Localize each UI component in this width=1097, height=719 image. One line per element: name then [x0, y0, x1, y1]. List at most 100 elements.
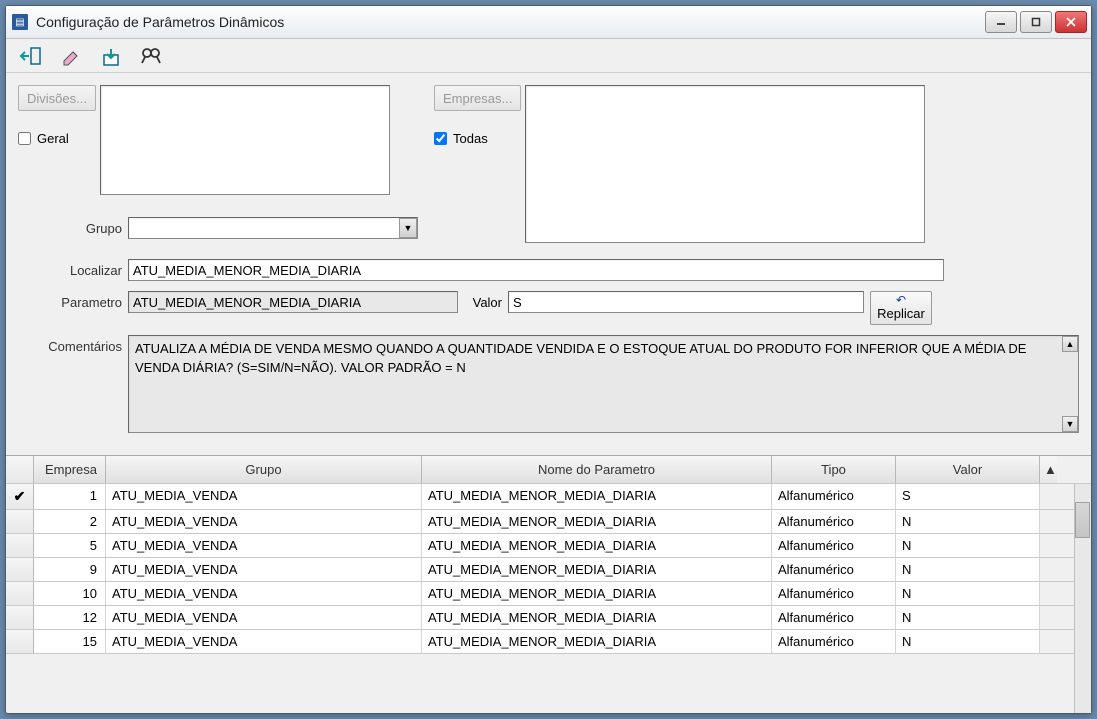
cell-tipo: Alfanumérico — [772, 558, 896, 581]
row-indicator — [6, 582, 34, 605]
grupo-header[interactable]: Grupo — [106, 456, 422, 483]
cell-parametro: ATU_MEDIA_MENOR_MEDIA_DIARIA — [422, 606, 772, 629]
app-window: ▤ Configuração de Parâmetros Dinâmicos — [5, 5, 1092, 714]
empresas-listbox[interactable] — [525, 85, 925, 243]
cell-grupo: ATU_MEDIA_VENDA — [106, 606, 422, 629]
minimize-button[interactable] — [985, 11, 1017, 33]
cell-valor: N — [896, 606, 1040, 629]
valor-input[interactable] — [508, 291, 864, 313]
cell-valor: N — [896, 582, 1040, 605]
scrollbar-header: ▲ — [1040, 456, 1057, 483]
cell-empresa: 15 — [34, 630, 106, 653]
row-indicator — [6, 630, 34, 653]
cell-parametro: ATU_MEDIA_MENOR_MEDIA_DIARIA — [422, 534, 772, 557]
window-title: Configuração de Parâmetros Dinâmicos — [36, 14, 985, 30]
grid-scrollbar[interactable] — [1074, 484, 1091, 713]
window-controls — [985, 11, 1087, 33]
cell-empresa: 10 — [34, 582, 106, 605]
cell-tipo: Alfanumérico — [772, 534, 896, 557]
cell-tipo: Alfanumérico — [772, 630, 896, 653]
cell-parametro: ATU_MEDIA_MENOR_MEDIA_DIARIA — [422, 558, 772, 581]
grid-header: Empresa Grupo Nome do Parametro Tipo Val… — [6, 456, 1091, 484]
cell-empresa: 9 — [34, 558, 106, 581]
cell-grupo: ATU_MEDIA_VENDA — [106, 510, 422, 533]
cell-parametro: ATU_MEDIA_MENOR_MEDIA_DIARIA — [422, 630, 772, 653]
grupo-dropdown-icon[interactable]: ▼ — [399, 218, 417, 238]
cell-grupo: ATU_MEDIA_VENDA — [106, 534, 422, 557]
cell-tipo: Alfanumérico — [772, 484, 896, 509]
divisoes-button: Divisões... — [18, 85, 96, 111]
cell-grupo: ATU_MEDIA_VENDA — [106, 484, 422, 509]
table-row[interactable]: 5ATU_MEDIA_VENDAATU_MEDIA_MENOR_MEDIA_DI… — [6, 534, 1091, 558]
cell-grupo: ATU_MEDIA_VENDA — [106, 558, 422, 581]
cell-valor: N — [896, 534, 1040, 557]
replicar-label: Replicar — [877, 307, 925, 321]
table-row[interactable]: 10ATU_MEDIA_VENDAATU_MEDIA_MENOR_MEDIA_D… — [6, 582, 1091, 606]
cell-valor: S — [896, 484, 1040, 509]
parametro-input — [128, 291, 458, 313]
cell-valor: N — [896, 558, 1040, 581]
localizar-label: Localizar — [18, 263, 128, 278]
titlebar: ▤ Configuração de Parâmetros Dinâmicos — [6, 6, 1091, 39]
valor-header[interactable]: Valor — [896, 456, 1040, 483]
cell-parametro: ATU_MEDIA_MENOR_MEDIA_DIARIA — [422, 582, 772, 605]
parametro-label: Parametro — [18, 291, 128, 310]
cell-valor: N — [896, 630, 1040, 653]
table-row[interactable]: 9ATU_MEDIA_VENDAATU_MEDIA_MENOR_MEDIA_DI… — [6, 558, 1091, 582]
row-indicator — [6, 534, 34, 557]
cell-tipo: Alfanumérico — [772, 510, 896, 533]
scroll-down-icon[interactable]: ▼ — [1062, 416, 1078, 432]
divisoes-listbox[interactable] — [100, 85, 390, 195]
localizar-input[interactable] — [128, 259, 944, 281]
empresas-button: Empresas... — [434, 85, 521, 111]
app-icon: ▤ — [12, 14, 28, 30]
table-row[interactable]: 12ATU_MEDIA_VENDAATU_MEDIA_MENOR_MEDIA_D… — [6, 606, 1091, 630]
cell-parametro: ATU_MEDIA_MENOR_MEDIA_DIARIA — [422, 484, 772, 509]
cell-parametro: ATU_MEDIA_MENOR_MEDIA_DIARIA — [422, 510, 772, 533]
row-indicator: ✔ — [6, 484, 34, 509]
tipo-header[interactable]: Tipo — [772, 456, 896, 483]
valor-label: Valor — [458, 291, 508, 310]
parametro-header[interactable]: Nome do Parametro — [422, 456, 772, 483]
geral-checkbox[interactable] — [18, 132, 31, 145]
form-area: Divisões... Geral Grupo ▼ — [6, 73, 1091, 455]
cell-empresa: 5 — [34, 534, 106, 557]
geral-checkbox-row[interactable]: Geral — [18, 131, 96, 146]
geral-label: Geral — [37, 131, 69, 146]
cell-grupo: ATU_MEDIA_VENDA — [106, 630, 422, 653]
comentarios-textarea — [128, 335, 1079, 433]
search-button[interactable] — [131, 41, 171, 71]
table-row[interactable]: ✔1ATU_MEDIA_VENDAATU_MEDIA_MENOR_MEDIA_D… — [6, 484, 1091, 510]
toolbar — [6, 39, 1091, 73]
cell-tipo: Alfanumérico — [772, 606, 896, 629]
results-grid: Empresa Grupo Nome do Parametro Tipo Val… — [6, 455, 1091, 713]
erase-button[interactable] — [51, 41, 91, 71]
save-button[interactable] — [91, 41, 131, 71]
cell-valor: N — [896, 510, 1040, 533]
todas-checkbox[interactable] — [434, 132, 447, 145]
grupo-label: Grupo — [18, 221, 128, 236]
indicator-header — [6, 456, 34, 483]
scroll-thumb[interactable] — [1075, 502, 1090, 538]
replicar-button[interactable]: ↶ Replicar — [870, 291, 932, 325]
close-button[interactable] — [1055, 11, 1087, 33]
grid-body: ✔1ATU_MEDIA_VENDAATU_MEDIA_MENOR_MEDIA_D… — [6, 484, 1091, 713]
cell-empresa: 1 — [34, 484, 106, 509]
table-row[interactable]: 2ATU_MEDIA_VENDAATU_MEDIA_MENOR_MEDIA_DI… — [6, 510, 1091, 534]
maximize-button[interactable] — [1020, 11, 1052, 33]
scroll-up-icon[interactable]: ▲ — [1062, 336, 1078, 352]
row-indicator — [6, 558, 34, 581]
todas-checkbox-row[interactable]: Todas — [434, 131, 521, 146]
cell-empresa: 2 — [34, 510, 106, 533]
comentarios-label: Comentários — [18, 335, 128, 354]
cell-empresa: 12 — [34, 606, 106, 629]
row-indicator — [6, 510, 34, 533]
table-row[interactable]: 15ATU_MEDIA_VENDAATU_MEDIA_MENOR_MEDIA_D… — [6, 630, 1091, 654]
exit-button[interactable] — [11, 41, 51, 71]
cell-grupo: ATU_MEDIA_VENDA — [106, 582, 422, 605]
row-indicator — [6, 606, 34, 629]
grupo-combobox[interactable] — [128, 217, 418, 239]
empresa-header[interactable]: Empresa — [34, 456, 106, 483]
cell-tipo: Alfanumérico — [772, 582, 896, 605]
todas-label: Todas — [453, 131, 488, 146]
